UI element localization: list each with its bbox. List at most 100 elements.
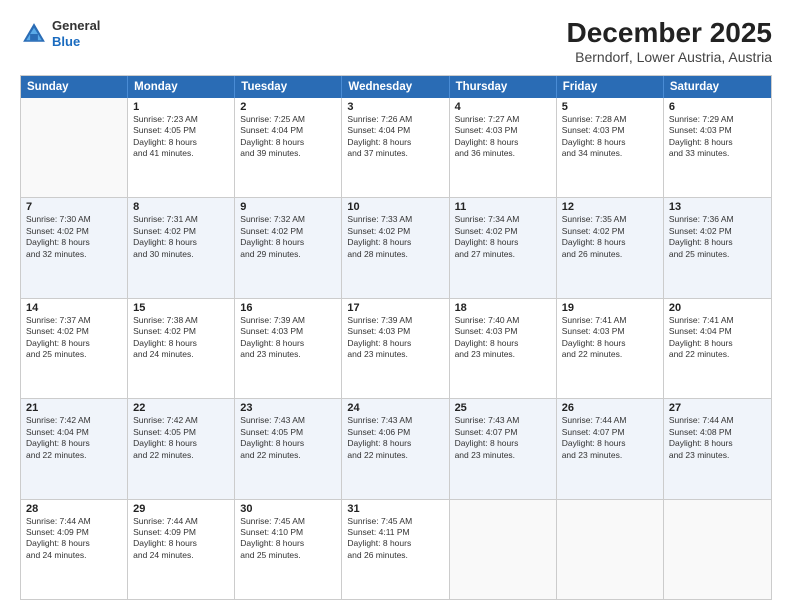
cal-cell: 9Sunrise: 7:32 AMSunset: 4:02 PMDaylight… [235,198,342,297]
calendar-header: Sunday Monday Tuesday Wednesday Thursday… [21,76,771,98]
sunset-text: Sunset: 4:05 PM [240,427,336,438]
daylight-text: Daylight: 8 hours [26,438,122,449]
sunrise-text: Sunrise: 7:37 AM [26,315,122,326]
daylight-text: Daylight: 8 hours [669,438,766,449]
sunrise-text: Sunrise: 7:44 AM [133,516,229,527]
calendar-row-4: 28Sunrise: 7:44 AMSunset: 4:09 PMDayligh… [21,500,771,599]
cal-cell: 28Sunrise: 7:44 AMSunset: 4:09 PMDayligh… [21,500,128,599]
daylight-text: Daylight: 8 hours [562,137,658,148]
cal-cell: 24Sunrise: 7:43 AMSunset: 4:06 PMDayligh… [342,399,449,498]
daylight-text: Daylight: 8 hours [133,237,229,248]
sunrise-text: Sunrise: 7:26 AM [347,114,443,125]
daylight-text: Daylight: 8 hours [240,137,336,148]
sunrise-text: Sunrise: 7:33 AM [347,214,443,225]
cal-cell: 26Sunrise: 7:44 AMSunset: 4:07 PMDayligh… [557,399,664,498]
daylight2-text: and 22 minutes. [133,450,229,461]
sunset-text: Sunset: 4:02 PM [562,226,658,237]
cal-cell: 20Sunrise: 7:41 AMSunset: 4:04 PMDayligh… [664,299,771,398]
daylight2-text: and 32 minutes. [26,249,122,260]
daylight-text: Daylight: 8 hours [26,237,122,248]
daylight2-text: and 27 minutes. [455,249,551,260]
daylight-text: Daylight: 8 hours [240,237,336,248]
day-number: 18 [455,302,551,314]
day-number: 29 [133,503,229,515]
daylight2-text: and 24 minutes. [26,550,122,561]
cal-cell: 19Sunrise: 7:41 AMSunset: 4:03 PMDayligh… [557,299,664,398]
cal-cell: 30Sunrise: 7:45 AMSunset: 4:10 PMDayligh… [235,500,342,599]
daylight-text: Daylight: 8 hours [455,137,551,148]
title-block: December 2025 Berndorf, Lower Austria, A… [567,18,772,65]
cal-cell: 16Sunrise: 7:39 AMSunset: 4:03 PMDayligh… [235,299,342,398]
day-number: 27 [669,402,766,414]
daylight2-text: and 36 minutes. [455,148,551,159]
daylight-text: Daylight: 8 hours [133,438,229,449]
day-number: 17 [347,302,443,314]
cal-cell [21,98,128,197]
sunrise-text: Sunrise: 7:35 AM [562,214,658,225]
day-number: 11 [455,201,551,213]
daylight2-text: and 22 minutes. [26,450,122,461]
daylight2-text: and 23 minutes. [669,450,766,461]
sunrise-text: Sunrise: 7:44 AM [562,415,658,426]
daylight2-text: and 30 minutes. [133,249,229,260]
sunrise-text: Sunrise: 7:43 AM [240,415,336,426]
logo: General Blue [20,18,100,49]
sunset-text: Sunset: 4:02 PM [26,226,122,237]
sunrise-text: Sunrise: 7:40 AM [455,315,551,326]
sunset-text: Sunset: 4:03 PM [455,125,551,136]
daylight2-text: and 22 minutes. [347,450,443,461]
day-number: 5 [562,101,658,113]
calendar-row-3: 21Sunrise: 7:42 AMSunset: 4:04 PMDayligh… [21,399,771,499]
calendar-row-2: 14Sunrise: 7:37 AMSunset: 4:02 PMDayligh… [21,299,771,399]
daylight2-text: and 24 minutes. [133,550,229,561]
calendar-body: 1Sunrise: 7:23 AMSunset: 4:05 PMDaylight… [21,98,771,599]
day-number: 25 [455,402,551,414]
sunset-text: Sunset: 4:06 PM [347,427,443,438]
daylight-text: Daylight: 8 hours [455,338,551,349]
cal-cell: 13Sunrise: 7:36 AMSunset: 4:02 PMDayligh… [664,198,771,297]
header-tuesday: Tuesday [235,76,342,98]
sunset-text: Sunset: 4:07 PM [455,427,551,438]
daylight2-text: and 28 minutes. [347,249,443,260]
sunset-text: Sunset: 4:08 PM [669,427,766,438]
sunset-text: Sunset: 4:02 PM [455,226,551,237]
day-number: 10 [347,201,443,213]
daylight2-text: and 26 minutes. [347,550,443,561]
cal-cell: 17Sunrise: 7:39 AMSunset: 4:03 PMDayligh… [342,299,449,398]
cal-cell: 4Sunrise: 7:27 AMSunset: 4:03 PMDaylight… [450,98,557,197]
day-number: 9 [240,201,336,213]
day-number: 20 [669,302,766,314]
logo-blue: Blue [52,34,100,50]
calendar-row-1: 7Sunrise: 7:30 AMSunset: 4:02 PMDaylight… [21,198,771,298]
sunset-text: Sunset: 4:04 PM [240,125,336,136]
sunrise-text: Sunrise: 7:41 AM [669,315,766,326]
daylight-text: Daylight: 8 hours [347,438,443,449]
daylight2-text: and 22 minutes. [240,450,336,461]
daylight-text: Daylight: 8 hours [455,237,551,248]
cal-cell: 23Sunrise: 7:43 AMSunset: 4:05 PMDayligh… [235,399,342,498]
day-number: 28 [26,503,122,515]
cal-cell: 3Sunrise: 7:26 AMSunset: 4:04 PMDaylight… [342,98,449,197]
sunset-text: Sunset: 4:03 PM [562,326,658,337]
cal-cell: 31Sunrise: 7:45 AMSunset: 4:11 PMDayligh… [342,500,449,599]
sunrise-text: Sunrise: 7:42 AM [26,415,122,426]
daylight-text: Daylight: 8 hours [133,338,229,349]
day-number: 24 [347,402,443,414]
sunset-text: Sunset: 4:02 PM [669,226,766,237]
daylight-text: Daylight: 8 hours [240,338,336,349]
daylight2-text: and 39 minutes. [240,148,336,159]
day-number: 6 [669,101,766,113]
sunset-text: Sunset: 4:03 PM [240,326,336,337]
logo-general: General [52,18,100,34]
cal-cell: 1Sunrise: 7:23 AMSunset: 4:05 PMDaylight… [128,98,235,197]
day-number: 7 [26,201,122,213]
sunrise-text: Sunrise: 7:27 AM [455,114,551,125]
daylight2-text: and 23 minutes. [455,349,551,360]
cal-cell [664,500,771,599]
sunrise-text: Sunrise: 7:41 AM [562,315,658,326]
sunset-text: Sunset: 4:03 PM [669,125,766,136]
calendar: Sunday Monday Tuesday Wednesday Thursday… [20,75,772,600]
daylight2-text: and 25 minutes. [26,349,122,360]
sunrise-text: Sunrise: 7:39 AM [347,315,443,326]
cal-cell: 6Sunrise: 7:29 AMSunset: 4:03 PMDaylight… [664,98,771,197]
